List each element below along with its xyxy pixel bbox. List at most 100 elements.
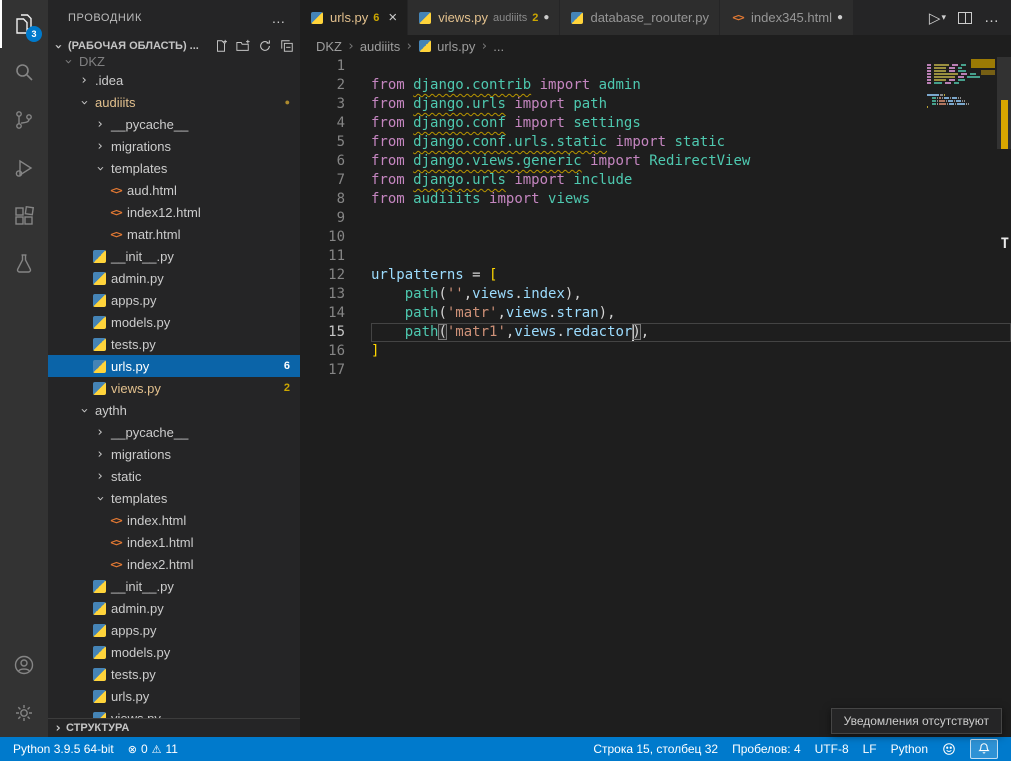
- tree-file-admin-py[interactable]: admin.py: [48, 597, 300, 619]
- status-indentation[interactable]: Пробелов: 4: [725, 737, 808, 761]
- html-file-icon: <>: [108, 184, 124, 197]
- minimap-token: [947, 70, 948, 72]
- tree-file-init-py[interactable]: __init__.py: [48, 245, 300, 267]
- code-line: from django.conf import settings: [371, 114, 1011, 133]
- tree-file-models-py[interactable]: models.py: [48, 311, 300, 333]
- tree-folder-pycache[interactable]: ›__pycache__: [48, 421, 300, 443]
- tree-file-models-py[interactable]: models.py: [48, 641, 300, 663]
- tree-folder-dkz[interactable]: ›DKZ: [48, 57, 300, 69]
- testing-activity-button[interactable]: [0, 240, 48, 288]
- tree-folder-audiiits[interactable]: ›audiiits●: [48, 91, 300, 113]
- breadcrumb-item-audiiits[interactable]: audiiits: [360, 39, 400, 54]
- search-activity-button[interactable]: [0, 48, 48, 96]
- code-token: views: [548, 191, 590, 207]
- tree-file-tests-py[interactable]: tests.py: [48, 333, 300, 355]
- views-and-more-actions-button[interactable]: …: [271, 10, 286, 26]
- minimap-token: [962, 100, 963, 102]
- status-python-version[interactable]: Python 3.9.5 64-bit: [6, 737, 121, 761]
- minimap-warning-marker: [971, 59, 995, 68]
- python-file-icon: [93, 316, 106, 329]
- tree-file-apps-py[interactable]: apps.py: [48, 619, 300, 641]
- tree-file-index2-html[interactable]: <>index2.html: [48, 553, 300, 575]
- tree-file-matr-html[interactable]: <>matr.html: [48, 223, 300, 245]
- status-eol[interactable]: LF: [856, 737, 884, 761]
- tab-database-roouter-py[interactable]: database_roouter.py: [560, 0, 720, 35]
- minimap-token: [964, 100, 965, 102]
- tree-file-urls-py[interactable]: urls.py6: [48, 355, 300, 377]
- breadcrumb: DKZ›audiiits›urls.py›...: [300, 35, 1011, 57]
- tree-file-admin-py[interactable]: admin.py: [48, 267, 300, 289]
- code-line: path('matr1',views.redactor),: [371, 323, 1011, 342]
- run-debug-activity-button[interactable]: [0, 144, 48, 192]
- notifications-bell-box[interactable]: [970, 739, 998, 759]
- status-language[interactable]: Python: [884, 737, 935, 761]
- tree-folder-migrations[interactable]: ›migrations: [48, 135, 300, 157]
- tab-index345-html[interactable]: <>index345.html●: [720, 0, 854, 35]
- tree-folder-aythh[interactable]: ›aythh: [48, 399, 300, 421]
- minimap[interactable]: [925, 59, 997, 112]
- line-number: 16: [300, 342, 345, 361]
- python-file-icon: [419, 40, 431, 52]
- source-control-activity-button[interactable]: [0, 96, 48, 144]
- tree-file-index1-html[interactable]: <>index1.html: [48, 531, 300, 553]
- new-file-icon[interactable]: [214, 39, 228, 53]
- code-token: [405, 153, 413, 169]
- tree-file-init-py[interactable]: __init__.py: [48, 575, 300, 597]
- chevron-down-icon[interactable]: ▾: [941, 12, 946, 23]
- code-content[interactable]: from django.contrib import adminfrom dja…: [362, 57, 1011, 737]
- status-notifications[interactable]: [963, 737, 1005, 761]
- run-python-file-button[interactable]: ▷▾: [929, 9, 946, 27]
- tree-item-label: audiiits: [95, 95, 135, 110]
- explorer-activity-button[interactable]: 3: [0, 0, 48, 48]
- overview-ruler[interactable]: T: [997, 57, 1011, 737]
- status-cursor-position[interactable]: Строка 15, столбец 32: [586, 737, 725, 761]
- tree-item-label: __init__.py: [111, 579, 174, 594]
- more-actions-icon[interactable]: …: [984, 9, 999, 26]
- tree-file-index-html[interactable]: <>index.html: [48, 509, 300, 531]
- close-icon[interactable]: ×: [388, 10, 397, 25]
- notification-toast[interactable]: Уведомления отсутствуют: [831, 708, 1002, 734]
- code-line: [371, 228, 1011, 247]
- tree-file-apps-py[interactable]: apps.py: [48, 289, 300, 311]
- tree-file-tests-py[interactable]: tests.py: [48, 663, 300, 685]
- breadcrumb-item-urls-py[interactable]: urls.py: [418, 39, 475, 54]
- tree-file-aud-html[interactable]: <>aud.html: [48, 179, 300, 201]
- extensions-activity-button[interactable]: [0, 192, 48, 240]
- minimap-token: [960, 97, 961, 99]
- chevron-right-icon: ›: [92, 447, 108, 462]
- code-token: ,: [573, 286, 581, 302]
- breadcrumb-item-dkz[interactable]: DKZ: [316, 39, 342, 54]
- tree-folder-idea[interactable]: ›.idea: [48, 69, 300, 91]
- code-token: ,: [497, 305, 505, 321]
- tree-file-urls-py[interactable]: urls.py: [48, 685, 300, 707]
- tree-folder-pycache[interactable]: ›__pycache__: [48, 113, 300, 135]
- tree-file-views-py[interactable]: views.py2: [48, 377, 300, 399]
- status-feedback[interactable]: [935, 737, 963, 761]
- tree-folder-templates[interactable]: ›templates: [48, 487, 300, 509]
- status-problems[interactable]: ⊗0⚠11: [121, 737, 185, 761]
- refresh-icon[interactable]: [258, 39, 272, 53]
- outline-section-header[interactable]: › СТРУКТУРА: [48, 718, 300, 737]
- code-token: django.views.generic: [413, 153, 582, 169]
- tab-urls-py[interactable]: urls.py6×: [300, 0, 408, 35]
- tree-folder-static[interactable]: ›static: [48, 465, 300, 487]
- html-file-icon: <>: [108, 206, 124, 219]
- workspace-section-header[interactable]: › (РАБОЧАЯ ОБЛАСТЬ) ...: [48, 35, 300, 57]
- settings-button[interactable]: [0, 689, 48, 737]
- split-editor-icon[interactable]: [958, 12, 972, 24]
- accounts-button[interactable]: [0, 641, 48, 689]
- tree-file-index12-html[interactable]: <>index12.html: [48, 201, 300, 223]
- new-folder-icon[interactable]: [236, 39, 250, 53]
- collapse-all-icon[interactable]: [280, 39, 294, 53]
- tree-folder-migrations[interactable]: ›migrations: [48, 443, 300, 465]
- tree-file-views-py[interactable]: views.py: [48, 707, 300, 718]
- tree-folder-templates[interactable]: ›templates: [48, 157, 300, 179]
- status-encoding[interactable]: UTF-8: [808, 737, 856, 761]
- breadcrumb-item-[interactable]: ...: [493, 39, 504, 54]
- tab-views-py[interactable]: views.pyaudiiits2●: [408, 0, 560, 35]
- minimap-token: [934, 79, 946, 81]
- minimap-token: [949, 67, 955, 69]
- tree-item-label: apps.py: [111, 293, 157, 308]
- code-line: [371, 209, 1011, 228]
- code-editor[interactable]: 1234567891011121314151617 from django.co…: [300, 57, 1011, 737]
